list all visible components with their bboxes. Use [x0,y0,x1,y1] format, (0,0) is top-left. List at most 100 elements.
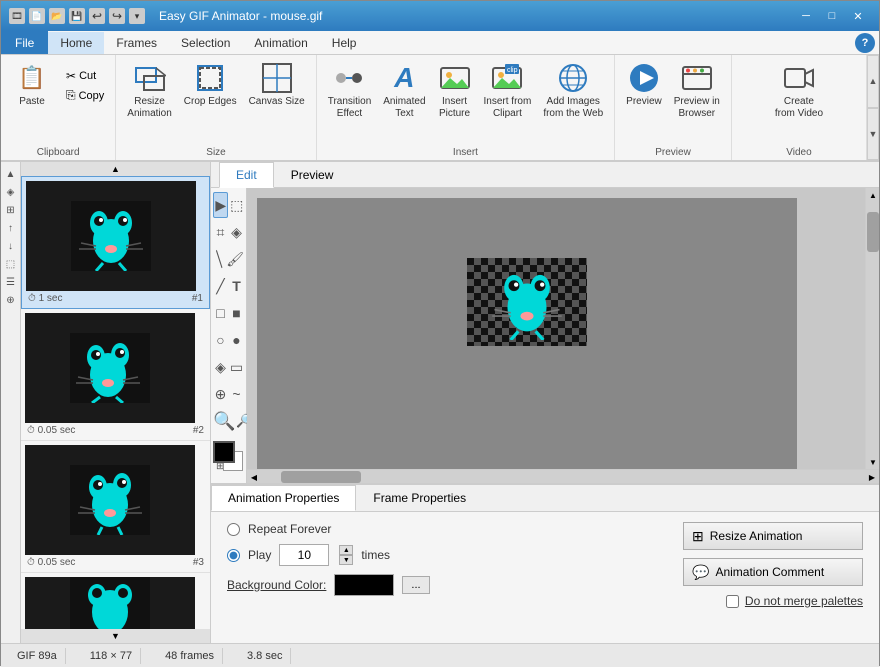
text-tool[interactable]: T [229,273,244,299]
create-from-video-button[interactable]: Createfrom Video [770,59,828,123]
transition-effect-button[interactable]: TransitionEffect [323,59,377,123]
menu-frames[interactable]: Frames [104,32,169,54]
save-icon[interactable]: 💾 [69,8,85,24]
horizontal-scrollbar[interactable]: ◀ ▶ [247,469,879,483]
ellipse-tool[interactable]: ○ [213,327,228,353]
copy-button[interactable]: ⎘ Copy [61,86,109,105]
scroll-thumb-v[interactable] [867,212,879,252]
select-tool[interactable]: ▶ [213,192,228,218]
titlebar-app-icons: 🎞 📄 📂 💾 ↩ ↪ ▾ [9,8,145,24]
clipboard-small-btns: ✂ Cut ⎘ Copy [61,67,109,105]
vertical-scrollbar[interactable]: ▲ ▼ [865,188,879,469]
resize-animation-button[interactable]: ResizeAnimation [122,59,176,123]
close-button[interactable]: ✕ [845,6,871,26]
help-icon[interactable]: ? [855,33,875,53]
resize-label: ResizeAnimation [127,96,171,120]
marquee-tool[interactable]: ⬚ [229,192,244,218]
tab-edit[interactable]: Edit [219,162,274,188]
bg-color-swatch[interactable] [334,574,394,596]
paste-button[interactable]: 📋 Paste [7,59,57,111]
filled-ellipse-tool[interactable]: ● [229,327,244,353]
animated-text-button[interactable]: A AnimatedText [378,59,430,123]
frame-item[interactable]: ⏱ 0.05 sec #3 [21,441,210,573]
canvas-size-button[interactable]: Canvas Size [244,59,310,111]
new-icon[interactable]: 📄 [29,8,45,24]
left-tool-2[interactable]: ◈ [3,184,19,200]
scroll-down-arrow[interactable]: ▼ [866,455,879,469]
more-icon[interactable]: ▾ [129,8,145,24]
undo-icon[interactable]: ↩ [89,8,105,24]
fg-color-box[interactable] [213,441,235,463]
left-tool-5[interactable]: ↓ [3,238,19,254]
app-title: Easy GIF Animator - mouse.gif [159,9,322,23]
menu-selection[interactable]: Selection [169,32,242,54]
maximize-button[interactable]: □ [819,6,845,26]
frame-number-1: #1 [192,293,203,304]
ribbon: 📋 Paste ✂ Cut ⎘ Copy Clipboard [1,55,879,162]
ribbon-expand-btn[interactable]: ▼ [867,108,879,161]
scroll-right-arrow[interactable]: ▶ [865,470,879,483]
tab-preview[interactable]: Preview [274,162,351,188]
animation-comment-btn[interactable]: 💬 Animation Comment [683,558,863,586]
resize-animation-btn[interactable]: ⊞ Resize Animation [683,522,863,550]
spin-up[interactable]: ▲ [339,545,353,555]
play-radio[interactable] [227,549,240,562]
menu-file[interactable]: File [1,31,48,54]
scroll-up-arrow[interactable]: ▲ [866,188,879,202]
browser-label: Preview inBrowser [674,96,720,120]
clone-tool[interactable]: ⊕ [213,381,228,407]
scroll-thumb-h[interactable] [281,471,361,483]
canvas-wrapper[interactable] [247,188,865,469]
menu-help[interactable]: Help [320,32,369,54]
tab-frame-props[interactable]: Frame Properties [356,485,483,511]
frame-item[interactable]: ⏱ 0.05 sec #4 [21,573,210,629]
preview-button[interactable]: Preview [621,59,667,111]
insert-clipart-button[interactable]: clip Insert fromClipart [479,59,537,123]
video-icon [783,62,815,94]
ribbon-collapse-btn[interactable]: ▲ [867,55,879,108]
eraser-tool[interactable]: ▭ [229,354,244,380]
fill-tool[interactable]: ◈ [213,354,228,380]
crop-edges-button[interactable]: Crop Edges [179,59,242,111]
left-tool-3[interactable]: ⊞ [3,202,19,218]
play-label: Play [248,548,271,562]
wand-tool[interactable]: ◈ [229,219,244,245]
line-tool[interactable]: ╱ [213,273,228,299]
tab-animation-props[interactable]: Animation Properties [211,485,356,511]
brush-tool[interactable]: 🖌 [226,246,244,272]
open-icon[interactable]: 📂 [49,8,65,24]
clipboard-items: 📋 Paste ✂ Cut ⎘ Copy [7,59,109,145]
merge-palettes-checkbox[interactable] [726,595,739,608]
frame-item[interactable]: ⏱ 1 sec #1 [21,176,210,309]
zoom-in-tool[interactable]: 🔍 [213,408,235,434]
tool-pair-ellipse: ○ ● [213,327,244,353]
insert-picture-button[interactable]: InsertPicture [433,59,477,123]
lasso-tool[interactable]: ⌗ [213,219,228,245]
frames-scroll: ⏱ 1 sec #1 [21,176,210,629]
edit-area: Edit Preview ▶ ⬚ ⌗ ◈ ╱ 🖌 ╱ [211,162,879,643]
cut-button[interactable]: ✂ Cut [61,67,109,85]
frame-item[interactable]: ⏱ 0.05 sec #2 [21,309,210,441]
repeat-forever-radio[interactable] [227,523,240,536]
rect-tool[interactable]: □ [213,300,228,326]
menu-animation[interactable]: Animation [242,32,319,54]
redo-icon[interactable]: ↪ [109,8,125,24]
preview-browser-button[interactable]: Preview inBrowser [669,59,725,123]
add-images-web-button[interactable]: Add Imagesfrom the Web [538,59,608,123]
left-tool-7[interactable]: ☰ [3,274,19,290]
left-tool-6[interactable]: ⬚ [3,256,19,272]
minimize-button[interactable]: ─ [793,6,819,26]
scroll-left-arrow[interactable]: ◀ [247,470,261,483]
bg-color-browse[interactable]: ... [402,576,429,594]
left-tool-8[interactable]: ⊕ [3,292,19,308]
filled-rect-tool[interactable]: ■ [229,300,244,326]
left-tool-1[interactable]: ▲ [3,166,19,182]
play-times-input[interactable] [279,544,329,566]
spin-down[interactable]: ▼ [339,555,353,565]
smudge-tool[interactable]: ~ [229,381,244,407]
window-controls: ─ □ ✕ [793,6,871,26]
frames-scroll-up[interactable]: ▲ [21,162,210,176]
menu-home[interactable]: Home [48,32,104,54]
frames-scroll-down[interactable]: ▼ [21,629,210,643]
left-tool-4[interactable]: ↑ [3,220,19,236]
